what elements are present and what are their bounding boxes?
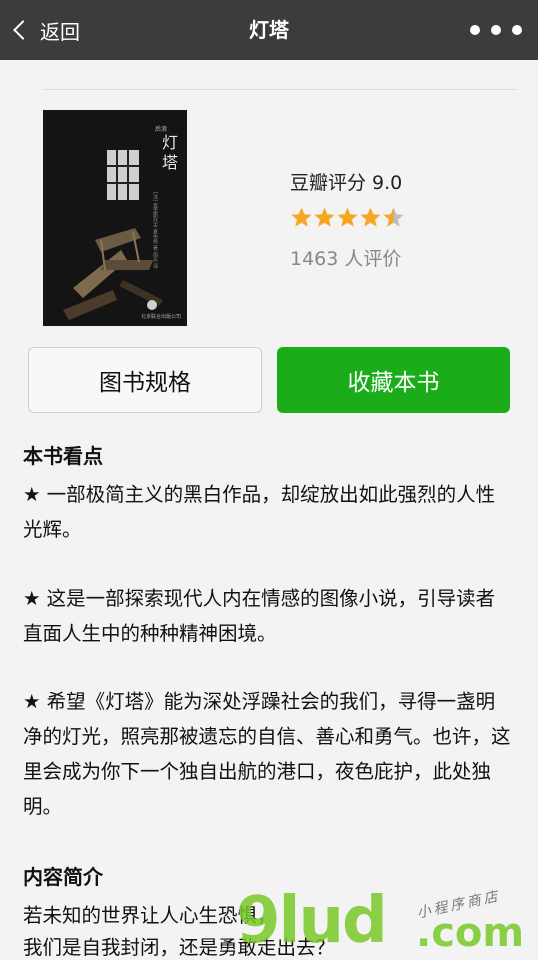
star-icon	[383, 207, 404, 227]
star-icon	[314, 207, 335, 227]
rating-stars	[290, 206, 405, 229]
back-label: 返回	[40, 19, 80, 44]
cover-title: 灯塔	[159, 134, 178, 174]
star-icon	[360, 207, 381, 227]
publisher-logo-icon	[147, 300, 157, 310]
douban-score: 豆瓣评分 9.0	[290, 172, 403, 194]
cover-author: [法] 克里斯托夫·夏布特 著 周乐 译	[152, 192, 158, 269]
rating-count: 1463 人评价	[290, 248, 402, 270]
intro-line: 若未知的世界让人心生恐惧，	[23, 904, 277, 927]
book-spec-button[interactable]: 图书规格	[28, 347, 262, 413]
more-dot-icon	[470, 25, 480, 35]
book-cover: 后浪 灯塔 [法] 克里斯托夫·夏布特 著 周乐 译 北京联合出版公司	[43, 110, 187, 326]
highlight-item: ★ 希望《灯塔》能为深处浮躁社会的我们，寻得一盏明净的灯光，照亮那被遗忘的自信、…	[23, 690, 511, 818]
highlight-item: ★ 这是一部探索现代人内在情感的图像小说，引导读者直面人生中的种种精神困境。	[23, 587, 496, 645]
more-dot-icon	[491, 25, 501, 35]
rating-block: 豆瓣评分 9.0 1463 人评价	[290, 168, 404, 270]
more-dot-icon	[512, 25, 522, 35]
back-button[interactable]: 返回	[8, 0, 80, 60]
navbar: 返回 灯塔	[0, 0, 538, 60]
chevron-left-icon	[13, 20, 33, 40]
more-menu-button[interactable]	[466, 0, 526, 60]
highlight-item: ★ 一部极简主义的黑白作品，却绽放出如此强烈的人性光辉。	[23, 483, 496, 541]
page-title: 灯塔	[249, 18, 289, 42]
divider	[42, 89, 518, 90]
favorite-book-button[interactable]: 收藏本书	[277, 347, 510, 413]
star-icon	[337, 207, 358, 227]
intro-title: 内容简介	[23, 865, 103, 889]
cover-publisher: 北京联合出版公司	[141, 314, 182, 320]
star-icon	[291, 207, 312, 227]
cover-publisher-tag: 后浪	[155, 126, 168, 133]
intro-line: 我们是自我封闭，还是勇敢走出去？	[23, 936, 336, 959]
highlights-title: 本书看点	[23, 444, 103, 468]
